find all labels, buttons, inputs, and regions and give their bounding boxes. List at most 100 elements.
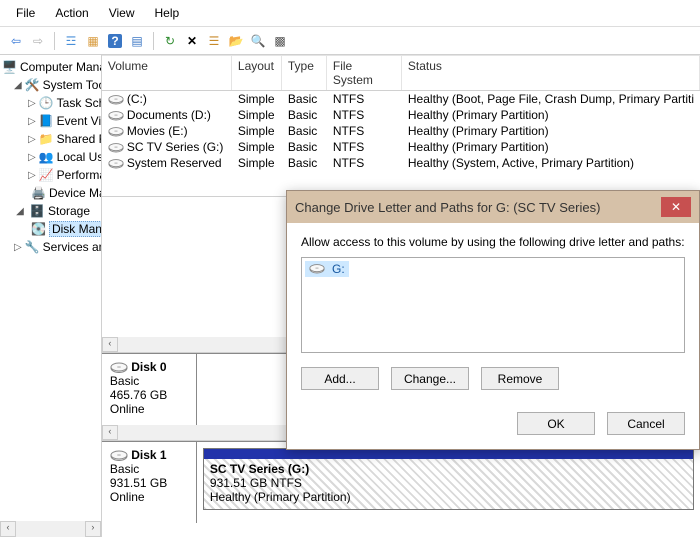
tree-system-tools[interactable]: ◢ 🛠️ System Tools xyxy=(2,76,99,94)
close-button[interactable]: ✕ xyxy=(661,197,691,217)
tree-event-viewer[interactable]: ▷ 📘 Event Viewer xyxy=(2,112,99,130)
ok-button[interactable]: OK xyxy=(517,412,595,435)
menu-view[interactable]: View xyxy=(99,3,145,23)
tree-task-scheduler[interactable]: ▷ 🕒 Task Scheduler xyxy=(2,94,99,112)
drive-letter-label: G: xyxy=(332,262,345,276)
col-type[interactable]: Type xyxy=(282,55,327,90)
drive-path-item[interactable]: G: xyxy=(305,261,349,277)
arrow-left-icon: ⇦ xyxy=(11,34,21,48)
volume-row[interactable]: Documents (D:) Simple Basic NTFS Healthy… xyxy=(102,107,700,123)
open-button[interactable]: 📂 xyxy=(226,31,246,51)
volume-status: Healthy (Primary Partition) xyxy=(402,107,700,123)
menu-action[interactable]: Action xyxy=(45,3,98,23)
expand-icon[interactable]: ▷ xyxy=(28,152,36,163)
panel-icon: ☲ xyxy=(66,34,77,48)
volume-fs: NTFS xyxy=(327,107,402,123)
remove-button[interactable]: Remove xyxy=(481,367,559,390)
toolbar: ⇦ ⇨ ☲ ▦ ? ▤ ↻ ✕ ☰ 📂 🔍 ▩ xyxy=(0,27,700,55)
disk-name: Disk 1 xyxy=(131,448,166,462)
users-icon: 👥 xyxy=(39,149,54,165)
disk-state: Online xyxy=(110,490,145,504)
partition-block[interactable]: SC TV Series (G:) 931.51 GB NTFS Healthy… xyxy=(203,448,694,510)
properties-button[interactable]: ☰ xyxy=(204,31,224,51)
volume-layout: Simple xyxy=(232,155,282,171)
volume-layout: Simple xyxy=(232,123,282,139)
drive-icon xyxy=(108,110,124,122)
cancel-button[interactable]: Cancel xyxy=(607,412,685,435)
folder-open-icon: 📂 xyxy=(229,34,244,48)
volume-name: System Reserved xyxy=(127,156,222,170)
volume-layout: Simple xyxy=(232,107,282,123)
disk-icon xyxy=(110,450,128,462)
help-button[interactable]: ? xyxy=(105,31,125,51)
volume-status: Healthy (Primary Partition) xyxy=(402,123,700,139)
refresh-button[interactable]: ↻ xyxy=(160,31,180,51)
list-icon: ▤ xyxy=(131,34,142,48)
volume-type: Basic xyxy=(282,91,327,107)
col-filesystem[interactable]: File System xyxy=(327,55,402,90)
event-icon: 📘 xyxy=(39,113,54,129)
volume-type: Basic xyxy=(282,139,327,155)
forward-button[interactable]: ⇨ xyxy=(28,31,48,51)
tree-storage[interactable]: ◢ 🗄️ Storage xyxy=(2,202,99,220)
expand-icon[interactable]: ▷ xyxy=(28,98,36,109)
tree-label: Services and Applications xyxy=(43,240,102,254)
computer-icon: 🖥️ xyxy=(2,59,17,75)
clock-icon: 🕒 xyxy=(39,95,54,111)
volume-fs: NTFS xyxy=(327,139,402,155)
expand-icon[interactable]: ▷ xyxy=(28,134,36,145)
view-button[interactable]: ▤ xyxy=(127,31,147,51)
dialog-titlebar[interactable]: Change Drive Letter and Paths for G: (SC… xyxy=(287,191,699,223)
col-volume[interactable]: Volume xyxy=(102,55,232,90)
disk-icon xyxy=(110,362,128,374)
disk-info[interactable]: Disk 1 Basic 931.51 GB Online xyxy=(102,442,197,523)
volume-row[interactable]: (C:) Simple Basic NTFS Healthy (Boot, Pa… xyxy=(102,91,700,107)
drive-paths-listbox[interactable]: G: xyxy=(301,257,685,353)
scroll-left-icon[interactable]: ‹ xyxy=(102,425,118,440)
volume-row[interactable]: Movies (E:) Simple Basic NTFS Healthy (P… xyxy=(102,123,700,139)
tree-label: Local Users and Groups xyxy=(57,150,102,164)
tree-label: System Tools xyxy=(43,78,102,92)
tree-disk-management[interactable]: 💽 Disk Management xyxy=(2,220,99,238)
tree-services[interactable]: ▷ 🔧 Services and Applications xyxy=(2,238,99,256)
expand-icon[interactable]: ▷ xyxy=(14,242,22,253)
drive-icon xyxy=(309,263,325,275)
tree-performance[interactable]: ▷ 📈 Performance xyxy=(2,166,99,184)
drive-icon xyxy=(108,94,124,106)
tree-root-label: Computer Management (Local xyxy=(20,60,102,74)
expand-icon[interactable]: ▷ xyxy=(28,116,36,127)
change-button[interactable]: Change... xyxy=(391,367,469,390)
services-icon: 🔧 xyxy=(25,239,40,255)
tree-label: Event Viewer xyxy=(57,114,102,128)
volume-row[interactable]: System Reserved Simple Basic NTFS Health… xyxy=(102,155,700,171)
partition-title: SC TV Series (G:) xyxy=(210,462,309,476)
disk-pane-1: Disk 1 Basic 931.51 GB Online SC TV Seri… xyxy=(102,441,700,523)
scroll-left-icon[interactable]: ‹ xyxy=(102,337,118,352)
disk-info[interactable]: Disk 0 Basic 465.76 GB Online xyxy=(102,354,197,425)
search-button[interactable]: 🔍 xyxy=(248,31,268,51)
dialog-title: Change Drive Letter and Paths for G: (SC… xyxy=(295,200,655,215)
tree-local-users[interactable]: ▷ 👥 Local Users and Groups xyxy=(2,148,99,166)
col-layout[interactable]: Layout xyxy=(232,55,282,90)
volume-name: Documents (D:) xyxy=(127,108,211,122)
window-icon: ▦ xyxy=(87,34,98,48)
volume-row[interactable]: SC TV Series (G:) Simple Basic NTFS Heal… xyxy=(102,139,700,155)
col-status[interactable]: Status xyxy=(402,55,700,90)
menu-file[interactable]: File xyxy=(6,3,45,23)
tree-root[interactable]: 🖥️ Computer Management (Local xyxy=(2,58,99,76)
expand-icon[interactable]: ▷ xyxy=(28,170,36,181)
volume-list-header: Volume Layout Type File System Status xyxy=(102,55,700,91)
extra-button[interactable]: ▩ xyxy=(270,31,290,51)
delete-button[interactable]: ✕ xyxy=(182,31,202,51)
volume-name: Movies (E:) xyxy=(127,124,188,138)
collapse-icon[interactable]: ◢ xyxy=(14,80,22,91)
tree-label: Shared Folders xyxy=(57,132,102,146)
back-button[interactable]: ⇦ xyxy=(6,31,26,51)
show-hide-tree-button[interactable]: ☲ xyxy=(61,31,81,51)
action-view-button[interactable]: ▦ xyxy=(83,31,103,51)
menu-help[interactable]: Help xyxy=(145,3,190,23)
collapse-icon[interactable]: ◢ xyxy=(14,206,26,217)
add-button[interactable]: Add... xyxy=(301,367,379,390)
tree-shared-folders[interactable]: ▷ 📁 Shared Folders xyxy=(2,130,99,148)
tree-device-manager[interactable]: 🖨️ Device Manager xyxy=(2,184,99,202)
